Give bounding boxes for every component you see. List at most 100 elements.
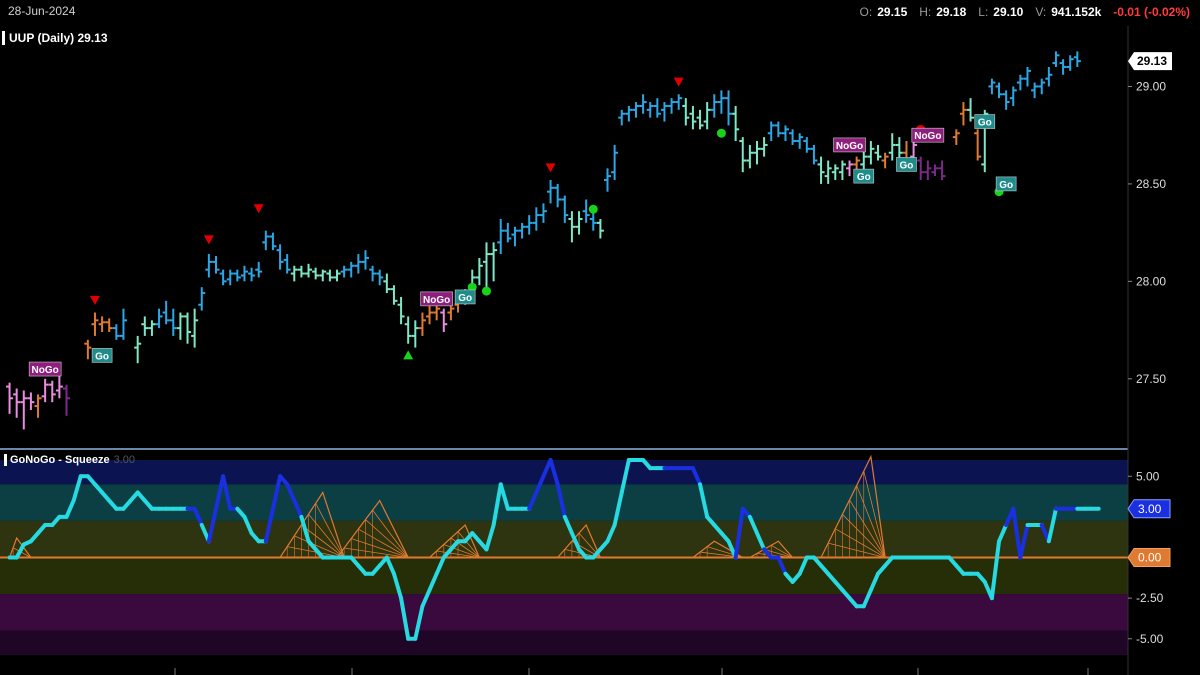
price-bar [105, 318, 113, 333]
price-bar [148, 320, 156, 336]
price-bar [589, 211, 597, 231]
price-bar [155, 308, 163, 329]
price-bar [781, 125, 789, 142]
price-bar [554, 183, 562, 208]
price-bar [539, 203, 547, 223]
nogo-label: NoGo [28, 361, 62, 377]
price-bar [867, 141, 875, 165]
price-bar [803, 137, 811, 153]
price-bar [376, 269, 384, 286]
down-triangle-marker [203, 235, 214, 245]
zero-value-tag: 0.00 [1127, 548, 1171, 567]
price-bar [732, 105, 740, 142]
price-bar [354, 254, 362, 274]
chart-canvas[interactable]: NoGo Go NoGo Go NoGo Go Go NoGo Go Go 29.00 28.50 2… [0, 0, 1200, 675]
price-bar [240, 265, 248, 282]
price-bar [1073, 51, 1081, 67]
price-bar [789, 129, 797, 145]
label-text: NoGo [423, 295, 450, 306]
label-text: NoGo [836, 141, 863, 152]
price-bar [283, 254, 291, 274]
price-bar [895, 137, 903, 161]
nogo-label: NoGo [911, 127, 945, 143]
indicator-y-tick-label: -2.50 [1136, 591, 1164, 605]
price-bar [1059, 59, 1067, 75]
price-bar [611, 144, 619, 181]
label-text: Go [978, 118, 992, 129]
price-bar [6, 382, 14, 414]
oscillator-value-tag-text: 3.00 [1138, 502, 1162, 516]
price-bar [440, 308, 448, 333]
price-bar [760, 137, 768, 157]
price-bar [20, 390, 28, 430]
price-bar [682, 98, 690, 126]
price-bar [767, 121, 775, 142]
price-bar [689, 105, 697, 130]
label-text: Go [999, 180, 1013, 191]
down-triangle-marker [89, 295, 100, 305]
last-price-tag-text: 29.13 [1137, 54, 1167, 68]
price-bar [262, 230, 270, 251]
price-bar [846, 160, 854, 177]
price-bar [967, 98, 975, 122]
price-bar [959, 102, 967, 126]
label-text: Go [458, 293, 472, 304]
price-bar [924, 160, 932, 181]
price-bar [746, 144, 754, 169]
price-bar [48, 380, 56, 403]
price-bar [269, 232, 277, 251]
price-bar [917, 156, 925, 181]
price-bar [340, 265, 348, 278]
price-bar [305, 263, 313, 278]
label-text: Go [900, 160, 914, 171]
price-bar [511, 226, 519, 247]
green-dot-marker [588, 204, 598, 214]
price-bar [874, 144, 882, 161]
price-bar [1031, 82, 1039, 99]
price-bar [888, 133, 896, 161]
price-bar [13, 388, 21, 418]
price-bar [98, 316, 106, 333]
price-bar [653, 98, 661, 118]
price-bar [91, 312, 99, 336]
price-bar [1045, 66, 1053, 87]
price-bar [418, 312, 426, 336]
go-label: Go [995, 176, 1017, 192]
price-bar [176, 312, 184, 340]
go-label: Go [853, 168, 875, 184]
indicator-y-tick-label: -5.00 [1136, 632, 1164, 646]
price-bar [141, 316, 149, 336]
indicator-band [0, 557, 1128, 595]
price-bar [333, 269, 341, 282]
go-label: Go [454, 289, 476, 305]
price-bar [219, 269, 227, 286]
price-bar [290, 265, 298, 282]
price-bar [212, 256, 220, 274]
price-bar [397, 296, 405, 325]
label-text: Go [95, 351, 109, 362]
indicator-band [0, 460, 1128, 485]
price-bar [725, 90, 733, 126]
price-bar [504, 222, 512, 243]
price-bar [297, 265, 305, 278]
price-bar [198, 287, 206, 311]
price-bar [525, 215, 533, 235]
price-bar [433, 304, 441, 321]
price-bar [191, 308, 199, 348]
price-bar [988, 78, 996, 95]
price-bar [717, 90, 725, 114]
price-bar [774, 121, 782, 138]
price-bar [63, 384, 71, 416]
indicator-title-suffix: 3.00 [113, 454, 136, 466]
price-bar [1023, 66, 1031, 87]
price-bar [226, 269, 234, 286]
price-bar [312, 267, 320, 280]
price-bar [575, 211, 583, 235]
price-bar [838, 160, 846, 181]
price-bar [646, 102, 654, 118]
price-bar [618, 109, 626, 126]
price-bar [326, 269, 334, 282]
price-y-tick-label: 28.50 [1136, 177, 1166, 191]
indicator-y-tick-label: 5.00 [1136, 469, 1160, 483]
price-bar [255, 261, 263, 278]
